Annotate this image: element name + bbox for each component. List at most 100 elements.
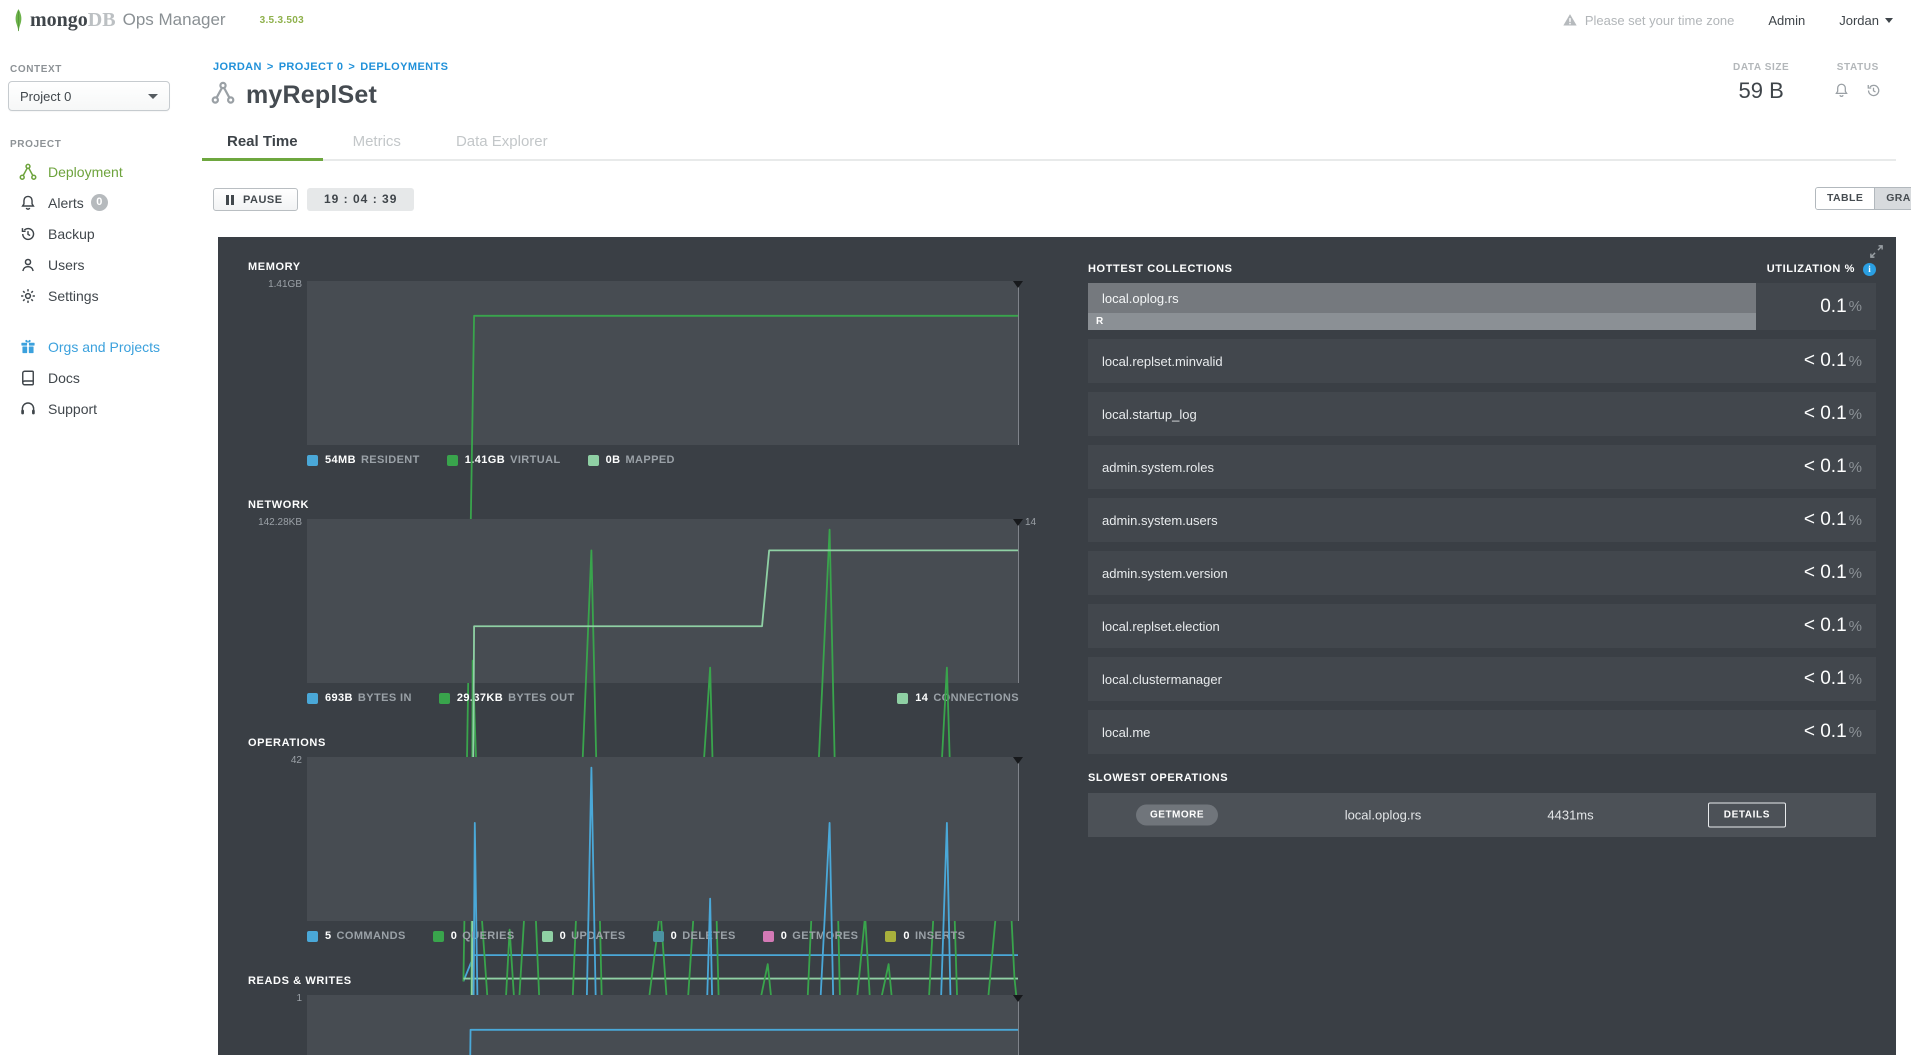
collection-name: admin.system.version — [1102, 565, 1228, 581]
context-select[interactable]: Project 0 — [8, 81, 170, 111]
current-time-marker — [1013, 995, 1023, 1002]
collection-name: local.me — [1102, 724, 1151, 740]
collection-row[interactable]: local.clustermanager < 0.1% — [1088, 657, 1876, 701]
collection-name: local.replset.election — [1102, 618, 1220, 634]
chart-title: OPERATIONS — [248, 737, 326, 749]
sidebar-item-docs[interactable]: Docs — [0, 362, 205, 393]
sidebar-item-users[interactable]: Users — [0, 249, 205, 280]
slowest-operations: SLOWEST OPERATIONS GETMORE local.oplog.r… — [1088, 772, 1876, 837]
network-chart: NETWORK 142.28KB 14 693B BYTES IN 29.37KB B… — [248, 499, 1038, 704]
gift-icon — [18, 337, 38, 357]
gear-icon — [18, 286, 38, 306]
tab-data-explorer[interactable]: Data Explorer — [431, 127, 573, 161]
collection-row[interactable]: local.replset.election < 0.1% — [1088, 604, 1876, 648]
collection-name: local.replset.minvalid — [1102, 353, 1223, 369]
page-title: myReplSet — [246, 81, 378, 109]
collection-row-main: local.startup_log — [1088, 392, 1756, 436]
collection-row[interactable]: local.oplog.rs R 0.1% — [1088, 283, 1876, 330]
slowest-operations-title: SLOWEST OPERATIONS — [1088, 772, 1229, 784]
utilization-value: < 0.1% — [1756, 551, 1876, 595]
sidebar-item-orgs-and-projects[interactable]: Orgs and Projects — [0, 331, 205, 362]
memory-chart: MEMORY 1.41GB 54MB RESIDENT 1.41GB VIRTUAL 0… — [248, 261, 1038, 466]
hottest-collections-header: HOTTEST COLLECTIONS UTILIZATION % i — [1088, 261, 1876, 277]
meta-block: DATA SIZE 59 B STATUS — [1733, 62, 1882, 104]
bell-icon — [18, 193, 38, 213]
operation-type-badge: GETMORE — [1136, 804, 1219, 826]
timezone-warning[interactable]: Please set your time zone — [1562, 12, 1735, 28]
operations-plot — [307, 757, 1023, 921]
sidebar: CONTEXT Project 0 PROJECT Deployment Ale… — [0, 40, 205, 424]
collection-row[interactable]: local.me < 0.1% — [1088, 710, 1876, 754]
status: STATUS — [1833, 62, 1882, 104]
breadcrumb-deployments[interactable]: DEPLOYMENTS — [360, 61, 448, 73]
sidebar-item-label: Users — [48, 256, 85, 273]
title-row: myReplSet — [211, 81, 377, 110]
current-time-marker — [1013, 757, 1023, 764]
book-icon — [18, 368, 38, 388]
collection-row[interactable]: local.replset.minvalid < 0.1% — [1088, 339, 1876, 383]
backup-status-icon[interactable] — [1865, 82, 1882, 104]
alerts-count-badge: 0 — [90, 194, 108, 211]
pause-icon — [226, 194, 234, 205]
alerts-bell-icon[interactable] — [1833, 82, 1850, 104]
collection-row[interactable]: local.startup_log < 0.1% — [1088, 392, 1876, 436]
chevron-down-icon — [1885, 17, 1893, 23]
read-utilization-bar: R — [1088, 313, 1756, 330]
user-menu[interactable]: Jordan — [1839, 13, 1893, 28]
brand-db: DB — [87, 8, 116, 31]
collection-row-main: local.replset.minvalid — [1088, 339, 1756, 383]
reads-writes-plot — [307, 995, 1023, 1055]
info-icon[interactable]: i — [1863, 262, 1876, 276]
breadcrumb-project[interactable]: PROJECT 0 — [279, 61, 344, 73]
collection-row[interactable]: admin.system.users < 0.1% — [1088, 498, 1876, 542]
utilization-value: < 0.1% — [1756, 657, 1876, 701]
y-axis-max-label: 1 — [296, 993, 302, 1004]
y-axis-right-label: 14 — [1025, 517, 1037, 528]
collection-row-main: local.clustermanager — [1088, 657, 1756, 701]
utilization-value: < 0.1% — [1756, 710, 1876, 754]
sidebar-item-settings[interactable]: Settings — [0, 280, 205, 311]
admin-link[interactable]: Admin — [1768, 13, 1805, 28]
details-button[interactable]: DETAILS — [1707, 802, 1786, 828]
breadcrumb-jordan[interactable]: JORDAN — [213, 61, 262, 73]
utilization-value: < 0.1% — [1756, 604, 1876, 648]
sidebar-item-label: Docs — [48, 369, 80, 386]
chevron-down-icon — [148, 93, 158, 99]
operation-namespace: local.oplog.rs — [1344, 807, 1422, 823]
graph-view-button[interactable]: GRAPH — [1874, 188, 1911, 209]
collection-row-main: admin.system.version — [1088, 551, 1756, 595]
sidebar-item-support[interactable]: Support — [0, 393, 205, 424]
timezone-warning-text: Please set your time zone — [1584, 12, 1735, 28]
collection-row[interactable]: admin.system.version < 0.1% — [1088, 551, 1876, 595]
collection-name: local.oplog.rs — [1102, 290, 1179, 306]
sidebar-item-deployment[interactable]: Deployment — [0, 156, 205, 187]
sidebar-item-label: Backup — [48, 225, 95, 242]
operations-chart: OPERATIONS 42 5 COMMANDS 0 QUERIES 0 UPDATES 0… — [248, 737, 1038, 942]
sidebar-item-backup[interactable]: Backup — [0, 218, 205, 249]
headset-icon — [18, 399, 38, 419]
operation-duration: 4431ms — [1547, 807, 1594, 823]
status-label: STATUS — [1836, 62, 1879, 73]
current-time-marker — [1013, 281, 1023, 288]
memory-plot — [307, 281, 1023, 445]
sidebar-item-alerts[interactable]: Alerts 0 — [0, 187, 205, 218]
table-view-button[interactable]: TABLE — [1816, 188, 1875, 209]
user-name: Jordan — [1839, 12, 1879, 28]
mongodb-leaf-icon — [15, 8, 22, 31]
product-name: Ops Manager — [122, 10, 226, 29]
chart-title: NETWORK — [248, 499, 310, 511]
y-axis-max-label: 1.41GB — [268, 279, 302, 290]
reads-writes-chart: READS & WRITES 1 — [248, 975, 1038, 1055]
sidebar-item-label: Support — [48, 400, 98, 417]
tab-real-time[interactable]: Real Time — [202, 127, 323, 161]
sidebar-item-label: Orgs and Projects — [48, 338, 161, 355]
project-label: PROJECT — [10, 139, 62, 150]
collection-row-main: local.me — [1088, 710, 1756, 754]
collection-row[interactable]: admin.system.roles < 0.1% — [1088, 445, 1876, 489]
hottest-collections-list: local.oplog.rs R 0.1% local.replset.minvali… — [1088, 283, 1876, 754]
ops-manager-app: mongo DB Ops Manager 3.5.3.503 Please set… — [0, 0, 1911, 1055]
pause-button[interactable]: PAUSE — [213, 188, 298, 211]
tab-metrics[interactable]: Metrics — [328, 127, 426, 161]
data-size-label: DATA SIZE — [1733, 62, 1790, 73]
chart-title: READS & WRITES — [248, 975, 352, 987]
